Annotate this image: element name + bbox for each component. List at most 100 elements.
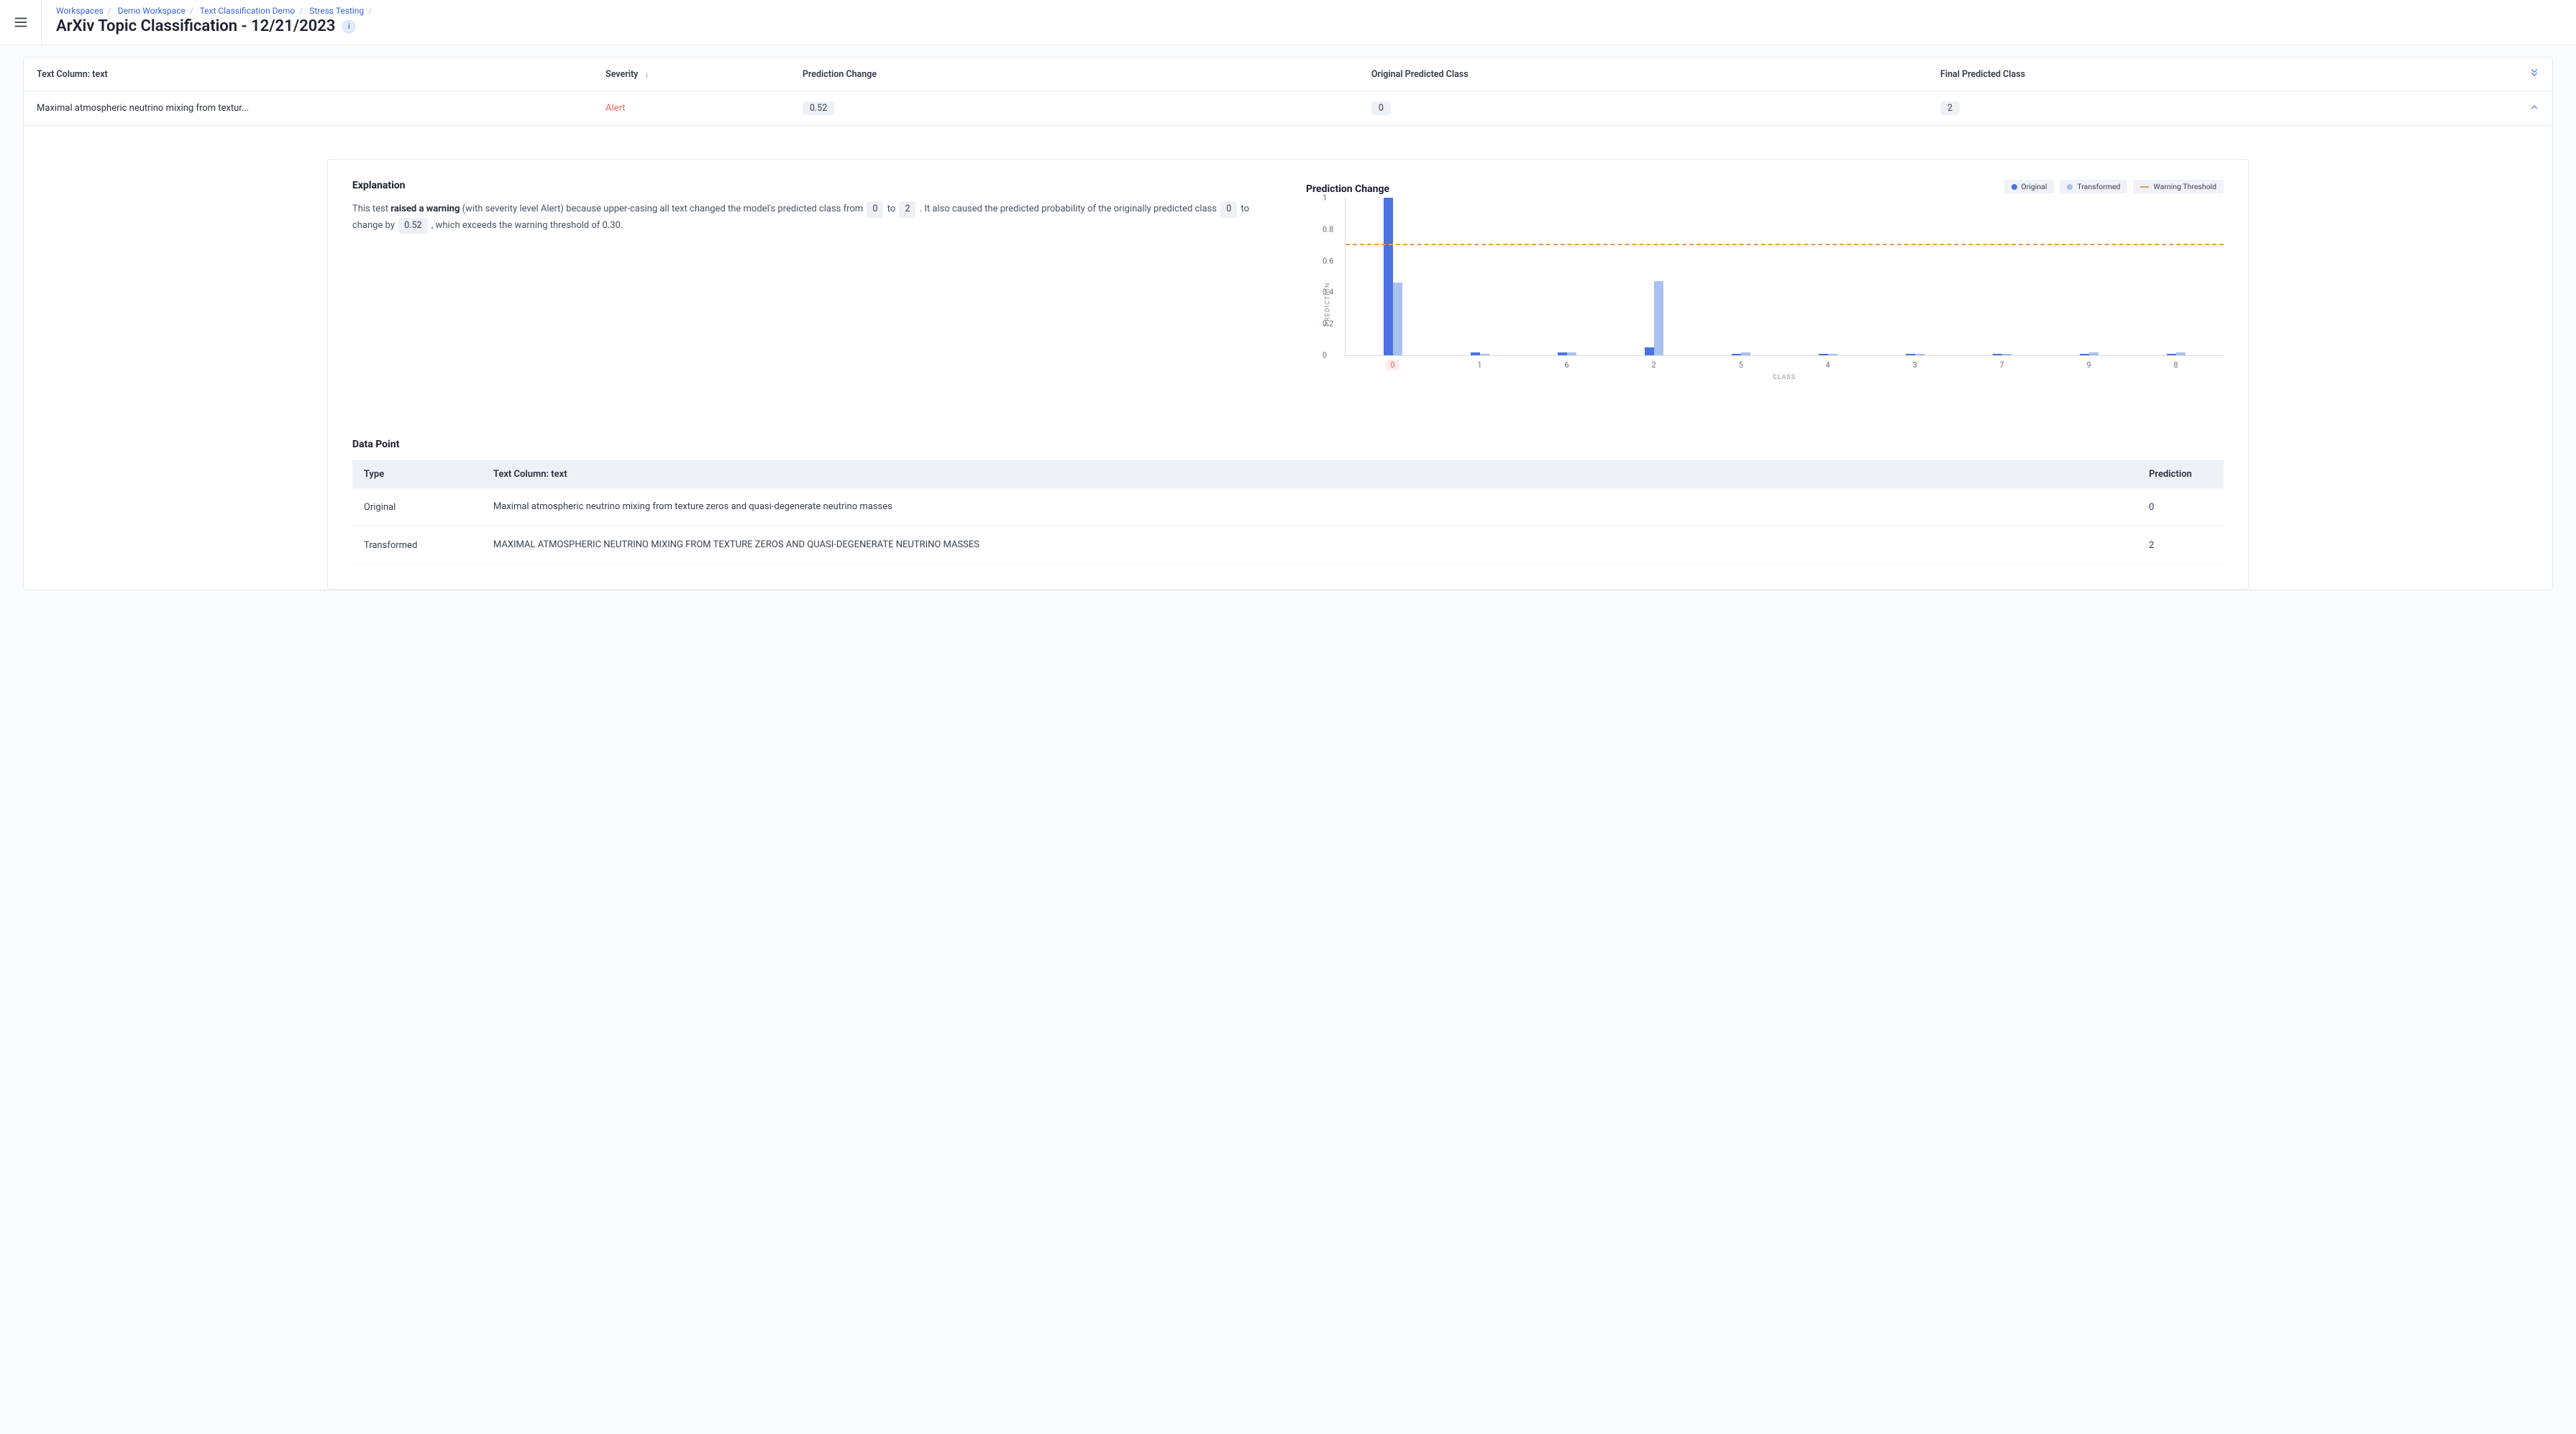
dp-cell-pred: 0 bbox=[2137, 488, 2224, 526]
breadcrumb-link[interactable]: Demo Workspace bbox=[118, 6, 186, 16]
to-class-chip: 2 bbox=[899, 201, 915, 218]
bar-transformed bbox=[1567, 352, 1576, 355]
dp-cell-text: Maximal atmospheric neutrino mixing from… bbox=[482, 488, 2137, 526]
legend-dot-original-icon bbox=[2011, 184, 2017, 190]
col-pred-change[interactable]: Prediction Change bbox=[803, 69, 1371, 80]
page-title: ArXiv Topic Classification - 12/21/2023 … bbox=[56, 17, 376, 35]
explanation-block: Explanation This test raised a warning (… bbox=[352, 180, 1270, 410]
page-title-text: ArXiv Topic Classification - 12/21/2023 bbox=[56, 17, 335, 35]
chart-y-tick: 1 bbox=[1323, 193, 1327, 203]
legend-threshold: Warning Threshold bbox=[2133, 180, 2224, 193]
breadcrumb-link[interactable]: Stress Testing bbox=[309, 6, 364, 16]
breadcrumb: Workspaces/ Demo Workspace/ Text Classif… bbox=[56, 6, 376, 16]
chart-y-tick: 0.4 bbox=[1323, 288, 1333, 297]
final-class-chip: 2 bbox=[1940, 101, 1960, 115]
chart-y-tick: 0 bbox=[1323, 351, 1327, 360]
table-row[interactable]: Maximal atmospheric neutrino mixing from… bbox=[24, 91, 2552, 126]
warning-threshold-line bbox=[1346, 244, 2224, 245]
row-collapse-button[interactable] bbox=[2509, 102, 2539, 115]
chart-y-tick: 0.6 bbox=[1323, 256, 1333, 265]
chart-x-tick: 8 bbox=[2132, 360, 2219, 370]
chart-plot-area: 00.20.40.60.81 bbox=[1345, 198, 2224, 356]
bar-original bbox=[1993, 354, 2002, 355]
dp-cell-pred: 2 bbox=[2137, 526, 2224, 565]
double-chevron-down-icon bbox=[2529, 68, 2539, 78]
info-icon[interactable]: i bbox=[342, 20, 355, 33]
chart-x-tick: 0 bbox=[1349, 360, 1436, 370]
chart-x-tick: 3 bbox=[1871, 360, 1958, 370]
datapoint-row: OriginalMaximal atmospheric neutrino mix… bbox=[352, 488, 2224, 526]
hamburger-icon bbox=[13, 14, 29, 30]
bar-group bbox=[2045, 198, 2132, 355]
orig-class-chip: 0 bbox=[1371, 101, 1391, 115]
bar-original bbox=[1732, 354, 1741, 355]
breadcrumb-link[interactable]: Workspaces bbox=[56, 6, 104, 16]
cell-final-class: 2 bbox=[1940, 101, 2509, 115]
bar-group bbox=[1611, 198, 1698, 355]
chart-x-tick: 2 bbox=[1610, 360, 1697, 370]
collapse-all-button[interactable] bbox=[2509, 68, 2539, 81]
col-final-class[interactable]: Final Predicted Class bbox=[1940, 69, 2509, 80]
dp-col-text: Text Column: text bbox=[482, 460, 2137, 488]
datapoint-header-row: Type Text Column: text Prediction bbox=[352, 460, 2224, 488]
bar-group bbox=[1871, 198, 1958, 355]
bar-group bbox=[2132, 198, 2219, 355]
chart-x-tick: 5 bbox=[1697, 360, 1784, 370]
bar-original bbox=[2080, 354, 2089, 355]
chart-x-tick: 1 bbox=[1436, 360, 1523, 370]
chart-heading: Prediction Change bbox=[1306, 183, 1389, 195]
dp-col-type: Type bbox=[352, 460, 482, 488]
legend-dot-transformed-icon bbox=[2067, 184, 2073, 190]
legend-transformed: Transformed bbox=[2060, 180, 2127, 193]
breadcrumb-link[interactable]: Text Classification Demo bbox=[200, 6, 296, 16]
dp-cell-text: MAXIMAL ATMOSPHERIC NEUTRINO MIXING FROM… bbox=[482, 526, 2137, 565]
explanation-heading: Explanation bbox=[352, 180, 1270, 191]
chart-x-axis: 0162543798 bbox=[1345, 356, 2224, 370]
explanation-text: This test raised a warning (with severit… bbox=[352, 201, 1270, 234]
menu-button[interactable] bbox=[0, 0, 42, 45]
top-bar: Workspaces/ Demo Workspace/ Text Classif… bbox=[0, 0, 2576, 45]
chart-x-tick: 9 bbox=[2045, 360, 2132, 370]
cell-text: Maximal atmospheric neutrino mixing from… bbox=[37, 103, 606, 114]
bar-group bbox=[1350, 198, 1437, 355]
chart-x-tick: 6 bbox=[1523, 360, 1610, 370]
bar-transformed bbox=[2002, 354, 2011, 355]
cell-severity: Alert bbox=[606, 103, 803, 114]
orig-class-chip-inline: 0 bbox=[1220, 201, 1237, 218]
chart-x-label: CLASS bbox=[1345, 374, 2224, 381]
pred-change-chip: 0.52 bbox=[803, 101, 834, 115]
bar-group bbox=[1524, 198, 1611, 355]
bar-transformed bbox=[1393, 283, 1402, 355]
cell-pred-change: 0.52 bbox=[803, 101, 1371, 115]
bar-original bbox=[1384, 198, 1393, 355]
sort-desc-icon: ↓ bbox=[644, 70, 649, 79]
from-class-chip: 0 bbox=[867, 201, 883, 218]
bar-transformed bbox=[1828, 354, 1837, 355]
bar-transformed bbox=[2089, 352, 2098, 355]
legend-original: Original bbox=[2004, 180, 2055, 193]
chevron-up-icon bbox=[2529, 102, 2539, 112]
prediction-change-chart: Prediction Change Original Transformed W… bbox=[1306, 180, 2224, 410]
col-severity[interactable]: Severity ↓ bbox=[606, 69, 803, 80]
bar-group bbox=[1437, 198, 1524, 355]
col-text[interactable]: Text Column: text bbox=[37, 69, 606, 80]
chart-y-tick: 0.2 bbox=[1323, 319, 1333, 329]
bar-transformed bbox=[1915, 354, 1924, 355]
chart-y-tick: 0.8 bbox=[1323, 224, 1333, 234]
legend-dash-threshold-icon bbox=[2140, 186, 2149, 188]
datapoint-row: TransformedMAXIMAL ATMOSPHERIC NEUTRINO … bbox=[352, 526, 2224, 565]
col-severity-label: Severity bbox=[606, 69, 638, 80]
bar-transformed bbox=[1480, 354, 1489, 355]
bar-original bbox=[1906, 354, 1915, 355]
bar-group bbox=[1698, 198, 1785, 355]
dp-cell-type: Original bbox=[352, 488, 482, 526]
datapoint-heading: Data Point bbox=[352, 439, 2224, 450]
bar-original bbox=[1819, 354, 1828, 355]
bar-original bbox=[1471, 352, 1480, 355]
dp-cell-type: Transformed bbox=[352, 526, 482, 565]
bar-original bbox=[2167, 354, 2176, 355]
delta-chip: 0.52 bbox=[398, 218, 427, 234]
dp-col-pred: Prediction bbox=[2137, 460, 2224, 488]
bar-group bbox=[1958, 198, 2045, 355]
col-orig-class[interactable]: Original Predicted Class bbox=[1371, 69, 1940, 80]
